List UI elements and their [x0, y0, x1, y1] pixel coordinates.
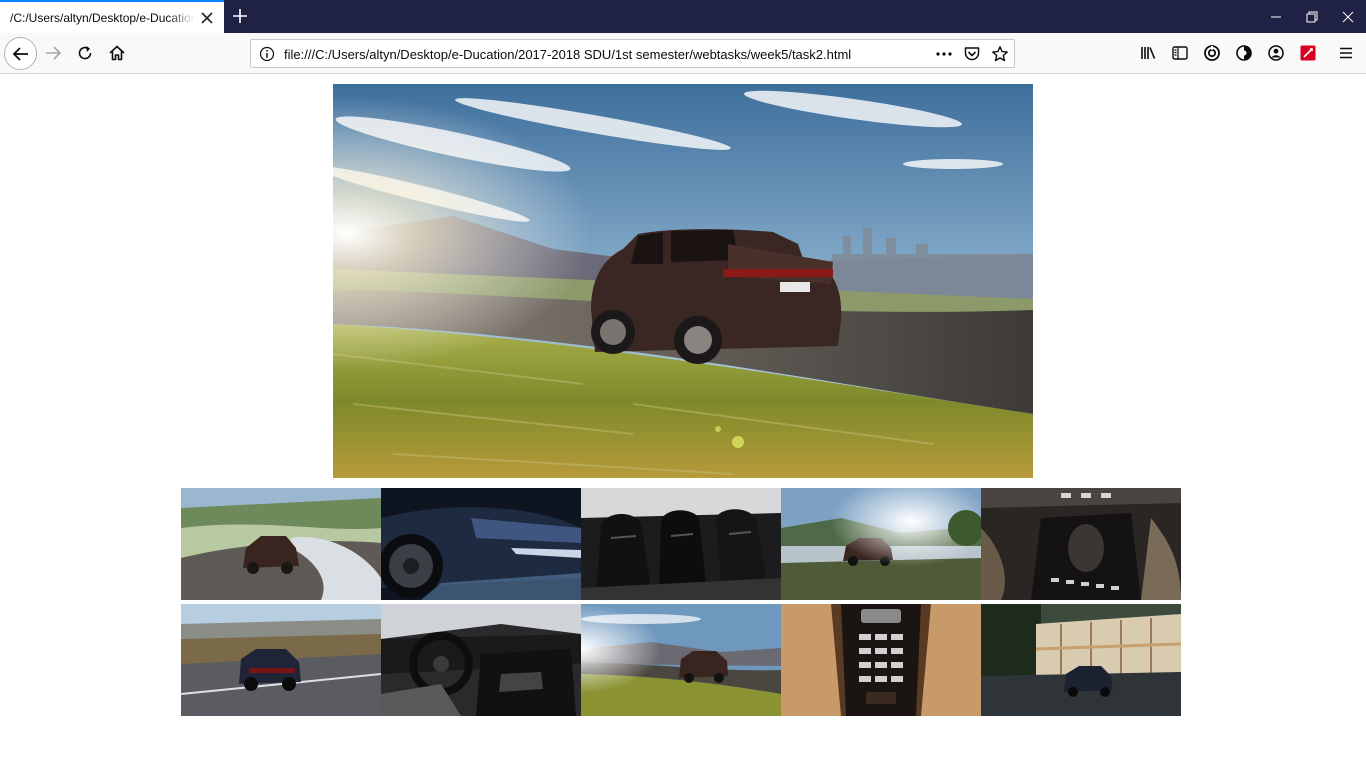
account-icon[interactable]: [1266, 43, 1286, 63]
shield-icon[interactable]: [1234, 43, 1254, 63]
thumbnail-image: [381, 604, 581, 716]
minimize-icon[interactable]: [1258, 0, 1294, 33]
title-bar: /C:/Users/altyn/Desktop/e-Ducation/2017-…: [0, 0, 1366, 33]
url-bar[interactable]: file:///C:/Users/altyn/Desktop/e-Ducatio…: [250, 39, 1015, 68]
thumbnail-image: [581, 488, 781, 600]
thumbnail-image: [381, 488, 581, 600]
restore-icon[interactable]: [1294, 0, 1330, 33]
thumbnail-image: [581, 604, 781, 716]
tab-title: /C:/Users/altyn/Desktop/e-Ducation/2017-…: [10, 11, 195, 25]
thumbnail-image: [781, 488, 981, 600]
new-tab-icon[interactable]: [230, 6, 250, 26]
reload-icon[interactable]: [70, 38, 100, 68]
home-icon[interactable]: [102, 38, 132, 68]
pocket-icon[interactable]: [962, 44, 982, 64]
info-icon[interactable]: [257, 44, 277, 64]
page-content: [0, 74, 1366, 768]
thumbnail-image: [181, 604, 381, 716]
arrow-left-icon[interactable]: [4, 37, 37, 70]
thumbnail-image: [781, 604, 981, 716]
url-text[interactable]: file:///C:/Users/altyn/Desktop/e-Ducatio…: [284, 47, 851, 62]
thumbnail-image: [981, 488, 1181, 600]
library-icon[interactable]: [1138, 43, 1158, 63]
arrow-right-icon[interactable]: [38, 38, 68, 68]
navigation-toolbar: file:///C:/Users/altyn/Desktop/e-Ducatio…: [0, 33, 1366, 74]
active-tab[interactable]: /C:/Users/altyn/Desktop/e-Ducation/2017-…: [0, 0, 224, 33]
hamburger-menu-icon[interactable]: [1336, 43, 1356, 63]
thumbnail-image: [181, 488, 381, 600]
star-icon[interactable]: [990, 44, 1010, 64]
hero-car-image: [333, 84, 1033, 478]
ellipsis-icon[interactable]: [934, 44, 954, 64]
close-window-icon[interactable]: [1330, 0, 1366, 33]
close-icon[interactable]: [198, 9, 216, 27]
sidebar-icon[interactable]: [1170, 43, 1190, 63]
sync-icon[interactable]: [1202, 43, 1222, 63]
thumbnail-image: [981, 604, 1181, 716]
extension-icon[interactable]: [1298, 43, 1318, 63]
